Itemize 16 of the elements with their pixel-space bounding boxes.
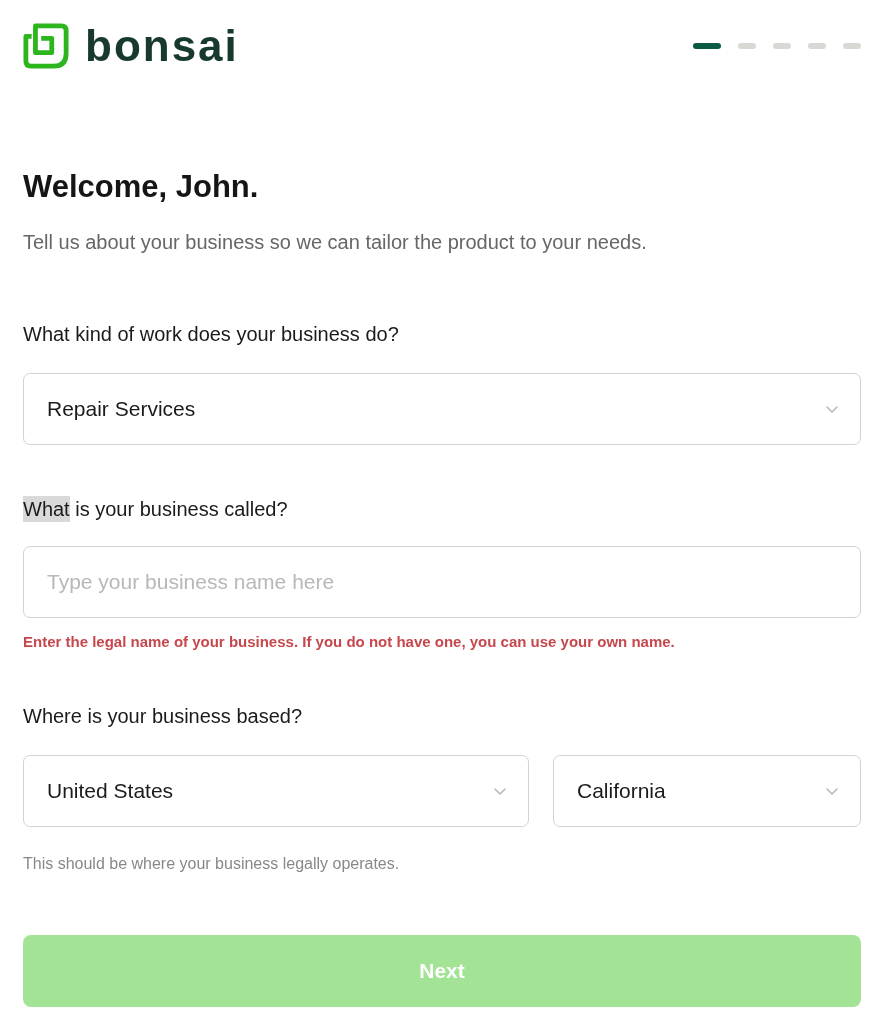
helper-text: This should be where your business legally operates. (23, 854, 401, 874)
dropdown[interactable]: Repair Services (23, 373, 861, 445)
question-label: Where is your business based? (23, 704, 304, 729)
error-message: Enter the legal name of your business. If you do not have one, you can use your own name. (23, 632, 676, 652)
text-input-field[interactable]: Type your business name here (23, 546, 861, 618)
question-label: What is your business called? (23, 495, 289, 523)
subtitle-text: Tell us about your business so we can tailor the product to your needs. (23, 230, 648, 255)
chevron-down-icon (826, 405, 838, 413)
question-label: What kind of work does your business do? (23, 322, 400, 347)
dropdown[interactable]: United States (23, 755, 529, 827)
logo-icon (23, 23, 69, 69)
welcome-heading: Welcome, John. (23, 169, 260, 205)
chevron-down-icon (494, 787, 506, 795)
dropdown[interactable]: California (553, 755, 861, 827)
logo-wordmark: bonsai (85, 22, 239, 70)
chevron-down-icon (826, 787, 838, 795)
